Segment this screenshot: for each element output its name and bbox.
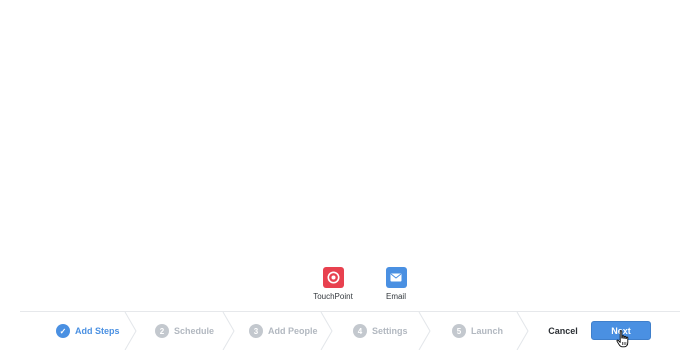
step-label: Settings bbox=[372, 326, 408, 336]
step-launch[interactable]: 5 Launch bbox=[452, 323, 503, 339]
step-settings[interactable]: 4 Settings bbox=[353, 323, 408, 339]
step-number: 4 bbox=[353, 324, 367, 338]
step-separator bbox=[222, 312, 235, 350]
step-add-steps[interactable]: ✓ Add Steps bbox=[56, 323, 120, 339]
cancel-button[interactable]: Cancel bbox=[540, 322, 586, 339]
touchpoint-tool[interactable]: TouchPoint bbox=[303, 267, 363, 301]
step-number: 5 bbox=[452, 324, 466, 338]
email-tool[interactable]: Email bbox=[366, 267, 426, 301]
step-label: Add Steps bbox=[75, 326, 120, 336]
envelope-icon bbox=[385, 267, 407, 288]
step-add-people[interactable]: 3 Add People bbox=[249, 323, 318, 339]
step-separator bbox=[516, 312, 529, 350]
step-schedule[interactable]: 2 Schedule bbox=[155, 323, 214, 339]
step-number: 2 bbox=[155, 324, 169, 338]
step-number: 3 bbox=[249, 324, 263, 338]
touchpoint-label: TouchPoint bbox=[313, 292, 353, 301]
step-separator bbox=[418, 312, 431, 350]
touchpoint-icon bbox=[322, 267, 344, 288]
step-label: Schedule bbox=[174, 326, 215, 336]
step-separator bbox=[320, 312, 333, 350]
step-label: Add People bbox=[268, 326, 318, 336]
hand-pointer-cursor-icon bbox=[616, 330, 629, 348]
step-label: Launch bbox=[471, 326, 504, 336]
email-label: Email bbox=[385, 292, 406, 301]
step-separator bbox=[124, 312, 137, 350]
step-check-icon: ✓ bbox=[56, 324, 70, 338]
